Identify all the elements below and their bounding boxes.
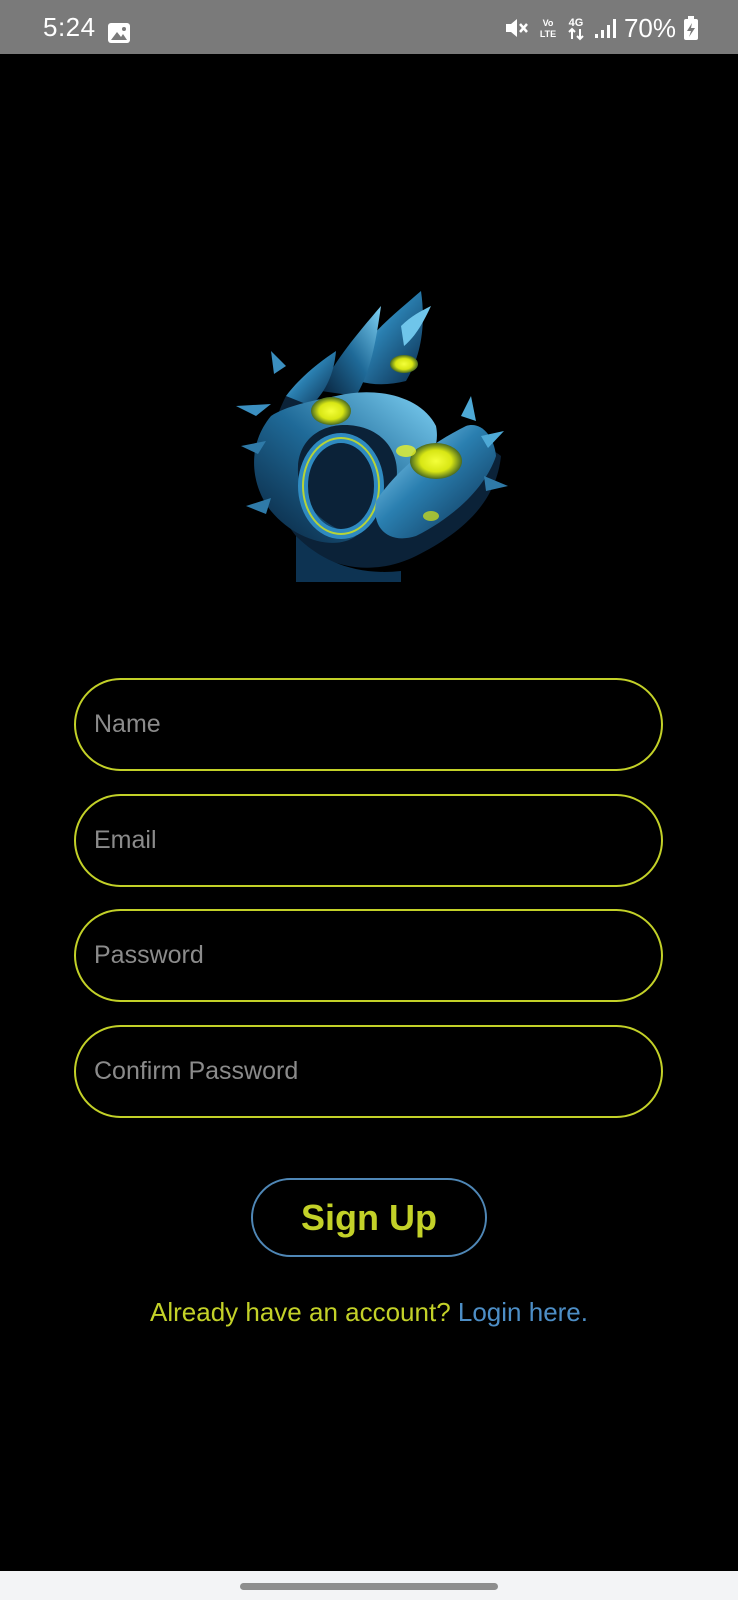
battery-charging-icon [684,16,698,40]
svg-text:4G: 4G [569,17,584,29]
svg-text:LTE: LTE [540,29,556,39]
volte-icon: Vo LTE [538,16,558,40]
navigation-bar [0,1571,738,1600]
login-link[interactable]: Login here. [458,1297,588,1327]
dragon-logo [226,286,512,582]
confirm-password-input[interactable] [94,1027,644,1116]
image-icon [108,23,130,43]
battery-percent: 70% [623,12,676,43]
name-field[interactable] [74,678,663,771]
svg-text:Vo: Vo [543,18,554,28]
login-prompt-text: Already have an account? [150,1297,451,1327]
email-field[interactable] [74,794,663,887]
mute-icon [504,16,530,40]
status-time: 5:24 [43,12,96,42]
signup-button[interactable]: Sign Up [251,1178,487,1257]
status-bar: 5:24 Vo LTE 4G 70% [0,0,738,54]
signal-icon [594,17,616,39]
confirm-password-field[interactable] [74,1025,663,1118]
login-prompt-line: Already have an account? Login here. [0,1297,738,1328]
password-input[interactable] [94,911,644,1000]
name-input[interactable] [94,680,644,769]
signup-screen: 5:24 Vo LTE 4G 70% Name Email Sign Up Al… [0,0,738,1600]
email-input[interactable] [94,796,644,885]
network-4g-icon: 4G [566,15,586,41]
home-gesture-handle[interactable] [240,1583,498,1590]
status-icons: Vo LTE 4G 70% [504,12,698,44]
password-field[interactable] [74,909,663,1002]
